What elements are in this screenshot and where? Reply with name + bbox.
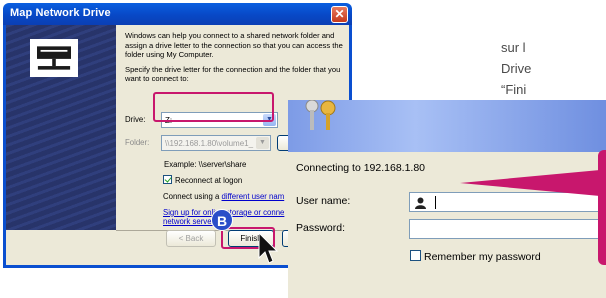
- folder-label: Folder:: [125, 138, 150, 147]
- network-drive-icon: [30, 39, 78, 77]
- reconnect-label: Reconnect at logon: [175, 176, 243, 185]
- password-input[interactable]: [409, 219, 606, 239]
- callout-pointer: [460, 170, 600, 196]
- connecting-text: Connecting to 192.168.1.80: [296, 162, 426, 174]
- drive-highlight: [153, 92, 274, 122]
- dialog-content: Windows can help you connect to a shared…: [125, 31, 347, 84]
- example-text: Example: \\server\share: [164, 160, 247, 169]
- remember-row[interactable]: Remember my password: [410, 250, 541, 263]
- instruction-text: sur l Drive “Fini: [501, 0, 606, 100]
- connect-using-text: Connect using a: [163, 192, 222, 201]
- back-button[interactable]: < Back: [166, 230, 216, 247]
- remember-checkbox[interactable]: [410, 250, 421, 261]
- folder-combo-value: \\192.168.1.80\volume1_: [165, 139, 254, 148]
- mouse-cursor-icon: [258, 232, 278, 264]
- intro-text: Windows can help you connect to a shared…: [125, 31, 343, 60]
- step-badge: B: [211, 209, 233, 231]
- connect-using-row: Connect using a different user nam: [163, 192, 284, 201]
- different-user-link[interactable]: different user nam: [222, 192, 285, 201]
- callout-box: [598, 150, 606, 265]
- dialog-title: Map Network Drive: [10, 7, 111, 19]
- instruction-line-3: “Fini: [501, 82, 527, 97]
- text-cursor: [435, 196, 436, 209]
- remember-label: Remember my password: [424, 251, 541, 263]
- signup-link-2[interactable]: network server.: [163, 217, 216, 226]
- keys-icon: [305, 100, 336, 130]
- password-label: Password:: [296, 222, 346, 234]
- folder-combo[interactable]: \\192.168.1.80\volume1_ ▼: [161, 135, 271, 151]
- username-label: User name:: [296, 195, 351, 207]
- wizard-side-panel: [6, 25, 116, 230]
- instruction-line-2: Drive: [501, 61, 532, 76]
- user-icon: [414, 196, 427, 209]
- specify-text: Specify the drive letter for the connect…: [125, 64, 341, 84]
- reconnect-checkbox[interactable]: [163, 175, 172, 184]
- connect-banner: [288, 100, 606, 152]
- drive-label: Drive:: [125, 115, 146, 124]
- instruction-line-1: sur l: [501, 40, 526, 55]
- chevron-down-icon[interactable]: ▼: [256, 137, 269, 149]
- reconnect-row[interactable]: Reconnect at logon: [163, 175, 242, 185]
- close-icon[interactable]: ✕: [331, 6, 348, 23]
- dialog-titlebar: Map Network Drive ✕: [3, 3, 352, 25]
